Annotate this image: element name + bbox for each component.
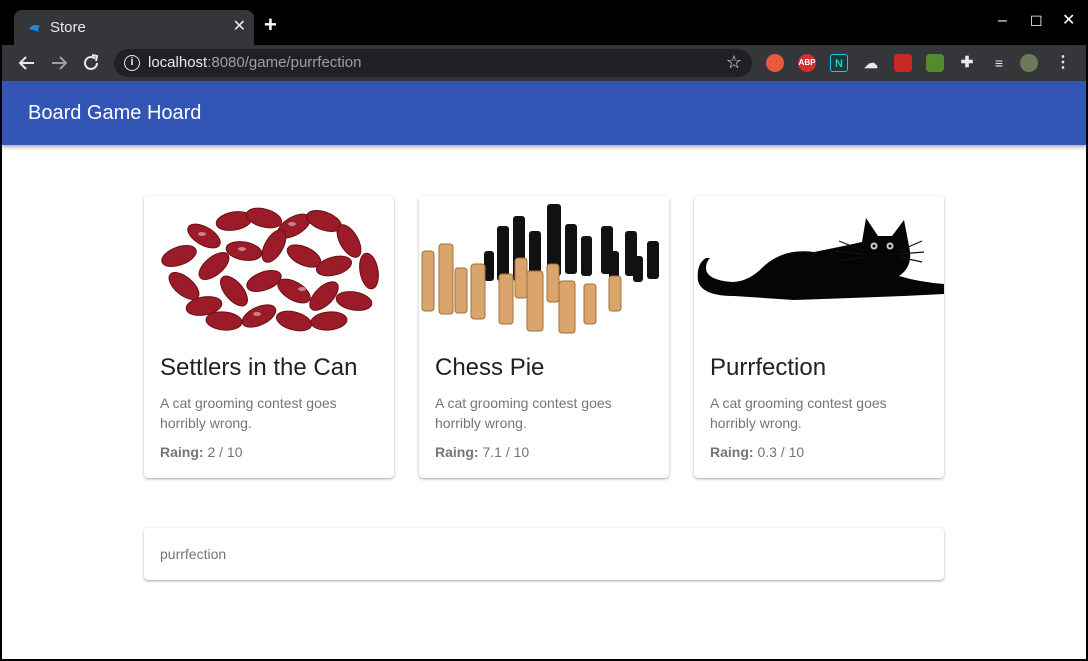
minimize-icon[interactable]: – xyxy=(998,12,1007,30)
game-card[interactable]: Purrfection A cat grooming contest goes … xyxy=(694,196,944,478)
extension-avatar-icon[interactable] xyxy=(766,54,784,72)
game-title: Settlers in the Can xyxy=(160,354,358,381)
browser-toolbar: i localhost:8080/game/purrfection ☆ ABP … xyxy=(2,45,1086,81)
new-tab-icon[interactable]: + xyxy=(264,14,277,36)
black-cat-image xyxy=(694,196,944,341)
media-queue-icon[interactable]: ≡ xyxy=(990,54,1008,72)
kidney-beans-image xyxy=(144,196,394,341)
reload-icon[interactable] xyxy=(80,52,102,74)
tab-store[interactable]: Store ✕ xyxy=(14,10,254,45)
adblock-icon[interactable]: ABP xyxy=(798,54,816,72)
maximize-icon[interactable]: ☐ xyxy=(1030,12,1043,30)
game-rating: Raing: 0.3 / 10 xyxy=(710,444,805,460)
app-title[interactable]: Board Game Hoard xyxy=(28,102,201,125)
close-tab-icon[interactable]: ✕ xyxy=(233,19,246,35)
app-bar: Board Game Hoard xyxy=(2,81,1086,145)
red-extension-icon[interactable] xyxy=(894,54,912,72)
profile-avatar[interactable] xyxy=(1020,54,1038,72)
address-bar[interactable]: i localhost:8080/game/purrfection ☆ xyxy=(114,49,752,77)
forward-icon[interactable] xyxy=(48,52,70,74)
tab-strip: Store ✕ + – ☐ ✕ xyxy=(2,2,1086,45)
game-title: Purrfection xyxy=(710,354,827,381)
site-info-icon[interactable]: i xyxy=(124,55,140,71)
game-title: Chess Pie xyxy=(435,354,545,381)
tab-title: Store xyxy=(50,19,86,36)
search-field[interactable]: purrfection xyxy=(144,528,944,580)
game-description: A cat grooming contest goes horribly wro… xyxy=(710,395,887,431)
game-rating: Raing: 7.1 / 10 xyxy=(435,444,530,460)
favicon-icon xyxy=(29,25,40,32)
puzzle-icon[interactable]: ✚ xyxy=(958,54,976,72)
extension-n-icon[interactable]: N xyxy=(830,54,848,72)
game-card[interactable]: Chess Pie A cat grooming contest goes ho… xyxy=(419,196,669,478)
back-icon[interactable] xyxy=(16,52,38,74)
game-card[interactable]: Settlers in the Can A cat grooming conte… xyxy=(144,196,394,478)
game-description: A cat grooming contest goes horribly wro… xyxy=(435,395,612,431)
bookmark-star-icon[interactable]: ☆ xyxy=(726,52,742,73)
search-input-value[interactable]: purrfection xyxy=(160,546,226,562)
cloud-extension-icon[interactable]: ☁ xyxy=(862,54,880,72)
url-text: localhost:8080/game/purrfection xyxy=(148,54,362,71)
browser-window: Store ✕ + – ☐ ✕ i localhost:8080/game/pu… xyxy=(0,0,1088,661)
close-window-icon[interactable]: ✕ xyxy=(1062,12,1075,30)
chess-pieces-image xyxy=(419,196,669,341)
game-description: A cat grooming contest goes horribly wro… xyxy=(160,395,337,431)
game-rating: Raing: 2 / 10 xyxy=(160,444,243,460)
green-extension-icon[interactable] xyxy=(926,54,944,72)
menu-kebab-icon[interactable]: ⋮ xyxy=(1054,54,1072,72)
